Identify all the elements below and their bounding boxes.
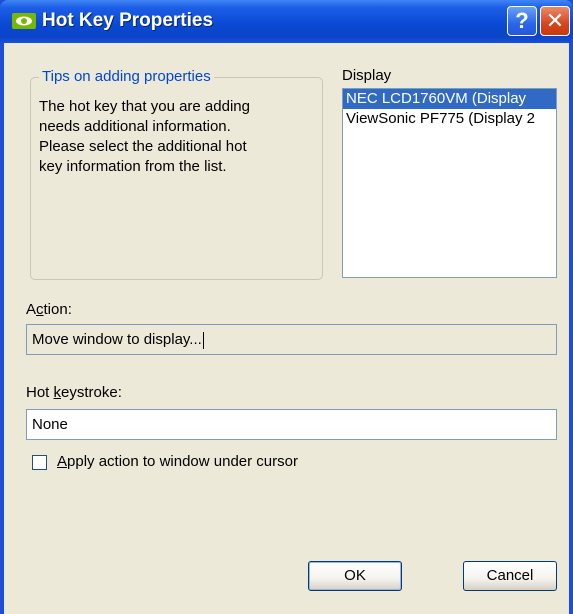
- hot-keystroke-field[interactable]: None: [26, 409, 557, 440]
- display-list-item[interactable]: ViewSonic PF775 (Display 2: [343, 109, 556, 129]
- apply-action-label[interactable]: Apply action to window under cursor: [57, 453, 298, 470]
- action-field[interactable]: Move window to display...: [26, 324, 557, 355]
- dialog-client-area: Tips on adding properties The hot key th…: [4, 43, 569, 614]
- tips-line: Please select the additional hot: [39, 138, 247, 155]
- cancel-button[interactable]: Cancel: [463, 561, 557, 591]
- tips-groupbox: Tips on adding properties The hot key th…: [30, 68, 323, 280]
- tips-line: key information from the list.: [39, 158, 227, 175]
- window-title: Hot Key Properties: [42, 10, 214, 31]
- display-list-item[interactable]: NEC LCD1760VM (Display: [343, 89, 556, 109]
- hot-keystroke-label: Hot keystroke:: [26, 384, 122, 401]
- display-listbox[interactable]: NEC LCD1760VM (Display ViewSonic PF775 (…: [342, 88, 557, 278]
- nvidia-eye-icon: [12, 13, 36, 29]
- tips-line: The hot key that you are adding: [39, 98, 250, 115]
- help-button[interactable]: ?: [507, 6, 537, 36]
- tips-text: The hot key that you are adding needs ad…: [39, 97, 314, 177]
- ok-button[interactable]: OK: [308, 561, 402, 591]
- tips-line: needs additional information.: [39, 118, 231, 135]
- text-caret: [202, 331, 204, 349]
- display-label: Display: [342, 67, 392, 84]
- hot-keystroke-value: None: [32, 416, 68, 433]
- close-button[interactable]: ✕: [540, 6, 570, 36]
- title-bar[interactable]: Hot Key Properties ? ✕: [0, 0, 573, 43]
- tips-legend: Tips on adding properties: [39, 68, 214, 85]
- action-label: Action:: [26, 301, 72, 318]
- dialog-window: Hot Key Properties ? ✕ Tips on adding pr…: [0, 0, 573, 614]
- action-value: Move window to display...: [32, 331, 202, 348]
- apply-action-checkbox[interactable]: [32, 455, 47, 470]
